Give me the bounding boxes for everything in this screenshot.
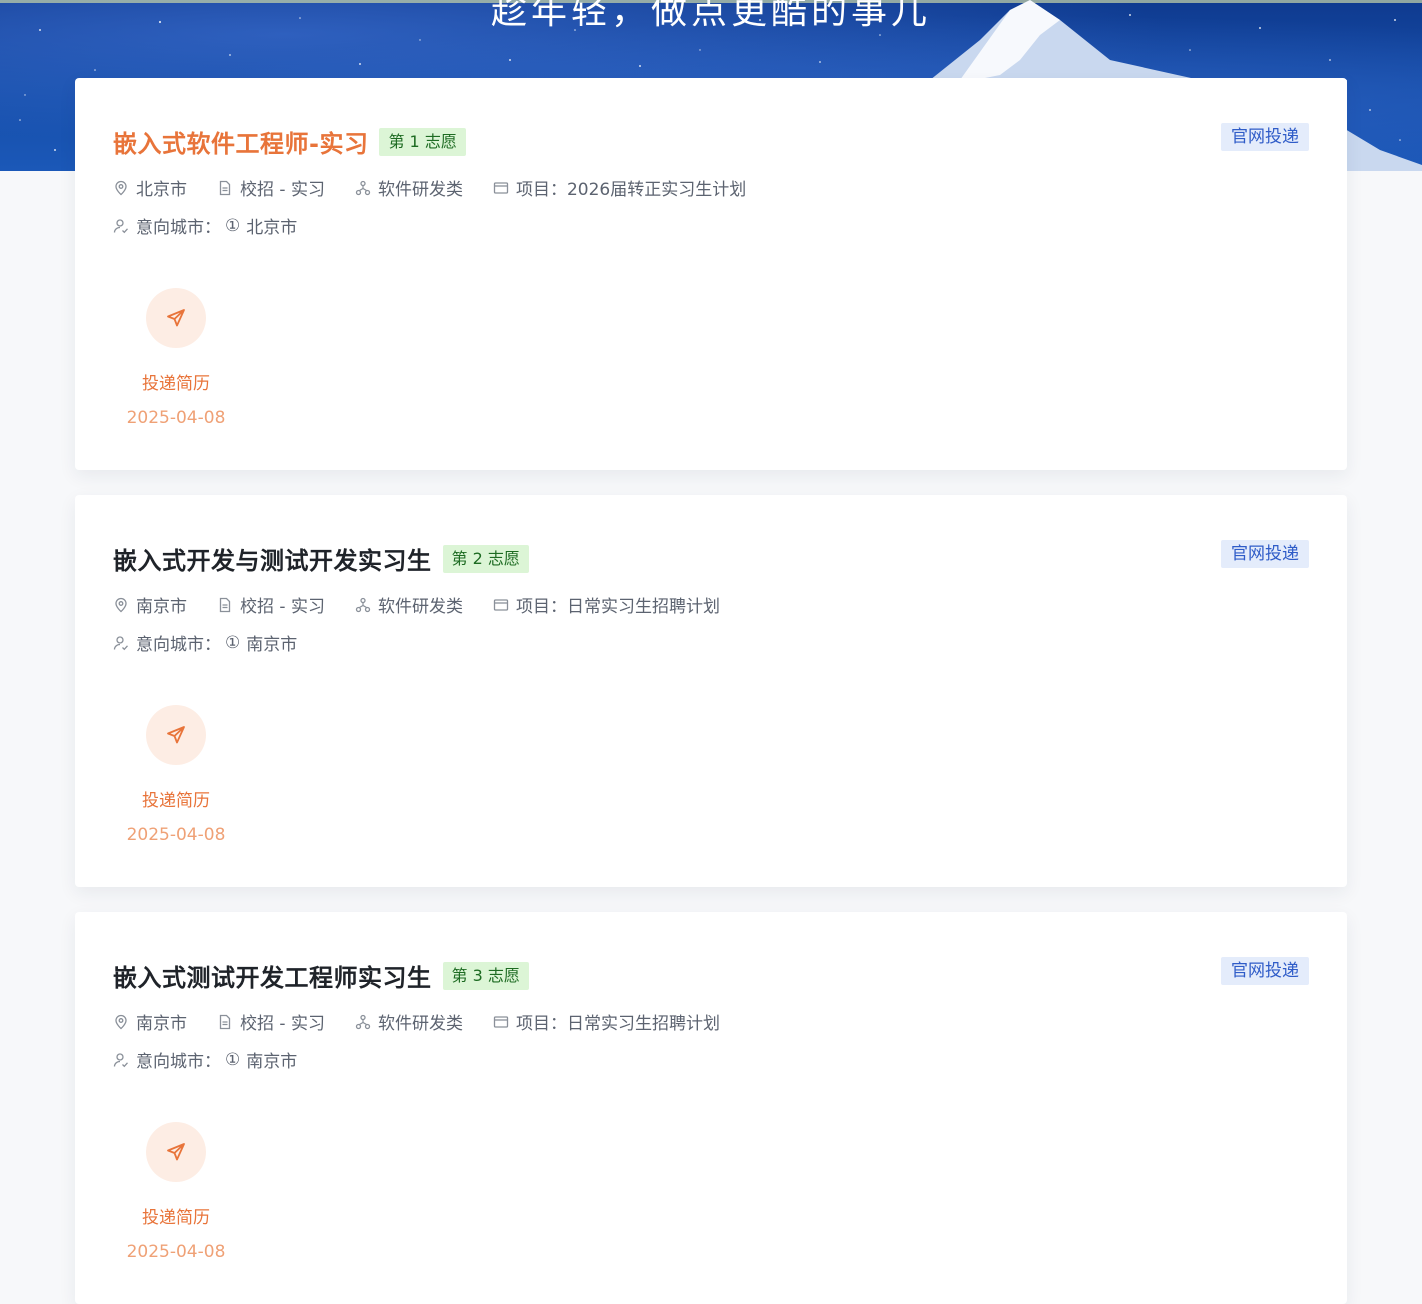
meta-recruit-type: 校招 - 实习 bbox=[217, 592, 325, 617]
job-meta-row: 南京市 校招 - 实习 软件研发类 项目：日常实习生招聘计划 bbox=[113, 1009, 750, 1034]
project-text: 项目：日常实习生招聘计划 bbox=[515, 1014, 720, 1034]
user-check-icon bbox=[113, 218, 128, 233]
intent-label: 意向城市： bbox=[136, 635, 221, 655]
meta-recruit-type: 校招 - 实习 bbox=[217, 175, 325, 200]
application-card: 嵌入式开发与测试开发实习生 第 2 志愿 官网投递 南京市 校招 - 实习 软件… bbox=[75, 495, 1347, 887]
preference-badge: 第 2 志愿 bbox=[442, 544, 529, 573]
intent-number: ① bbox=[225, 632, 241, 653]
meta-category: 软件研发类 bbox=[355, 1009, 463, 1034]
meta-location: 南京市 bbox=[113, 1009, 187, 1034]
category-text: 软件研发类 bbox=[377, 1014, 463, 1034]
job-title[interactable]: 嵌入式测试开发工程师实习生 bbox=[113, 958, 432, 993]
paper-plane-icon bbox=[167, 309, 185, 327]
meta-location: 北京市 bbox=[113, 175, 187, 200]
window-icon bbox=[493, 1015, 509, 1028]
progress-step-submit: 投递简历 2025-04-08 bbox=[113, 705, 239, 845]
card-title-row: 嵌入式测试开发工程师实习生 第 3 志愿 bbox=[113, 958, 529, 993]
step-date: 2025-04-08 bbox=[126, 1242, 226, 1262]
document-icon bbox=[219, 180, 231, 195]
intent-number: ① bbox=[225, 1049, 241, 1070]
intent-label: 意向城市： bbox=[136, 218, 221, 238]
location-text: 南京市 bbox=[136, 1014, 187, 1034]
card-title-row: 嵌入式开发与测试开发实习生 第 2 志愿 bbox=[113, 541, 529, 576]
user-check-icon bbox=[113, 635, 128, 650]
job-title[interactable]: 嵌入式开发与测试开发实习生 bbox=[113, 541, 432, 576]
intent-city: 南京市 bbox=[246, 635, 298, 655]
meta-project: 项目：日常实习生招聘计划 bbox=[493, 1009, 720, 1034]
intent-city-row: 意向城市： ① 北京市 bbox=[113, 213, 297, 238]
intent-number: ① bbox=[225, 215, 241, 236]
progress-step-submit: 投递简历 2025-04-08 bbox=[113, 1122, 239, 1262]
window-icon bbox=[493, 181, 509, 194]
channel-badge: 官网投递 bbox=[1221, 123, 1309, 151]
step-date: 2025-04-08 bbox=[126, 825, 226, 845]
category-text: 软件研发类 bbox=[377, 180, 463, 200]
meta-category: 软件研发类 bbox=[355, 592, 463, 617]
step-label: 投递简历 bbox=[142, 1208, 210, 1228]
location-pin-icon bbox=[115, 597, 127, 612]
job-meta-row: 北京市 校招 - 实习 软件研发类 项目：2026届转正实习生计划 bbox=[113, 175, 776, 200]
step-circle bbox=[146, 288, 206, 348]
intent-city: 北京市 bbox=[246, 218, 298, 238]
recruit-type-text: 校招 - 实习 bbox=[240, 1014, 325, 1034]
meta-project: 项目：2026届转正实习生计划 bbox=[493, 175, 746, 200]
intent-city-row: 意向城市： ① 南京市 bbox=[113, 630, 297, 655]
intent-label: 意向城市： bbox=[136, 1052, 221, 1072]
preference-badge: 第 3 志愿 bbox=[442, 961, 529, 990]
org-chart-icon bbox=[355, 597, 371, 612]
meta-category: 软件研发类 bbox=[355, 175, 463, 200]
intent-city: 南京市 bbox=[246, 1052, 298, 1072]
meta-project: 项目：日常实习生招聘计划 bbox=[493, 592, 720, 617]
preference-badge: 第 1 志愿 bbox=[379, 127, 466, 156]
user-check-icon bbox=[113, 1052, 128, 1067]
application-card: 嵌入式测试开发工程师实习生 第 3 志愿 官网投递 南京市 校招 - 实习 软件… bbox=[75, 912, 1347, 1304]
meta-location: 南京市 bbox=[113, 592, 187, 617]
job-title[interactable]: 嵌入式软件工程师-实习 bbox=[113, 124, 368, 159]
category-text: 软件研发类 bbox=[377, 597, 463, 617]
paper-plane-icon bbox=[167, 726, 185, 744]
recruit-type-text: 校招 - 实习 bbox=[240, 597, 325, 617]
location-pin-icon bbox=[115, 180, 127, 195]
step-label: 投递简历 bbox=[142, 791, 210, 811]
channel-badge: 官网投递 bbox=[1221, 957, 1309, 985]
card-title-row: 嵌入式软件工程师-实习 第 1 志愿 bbox=[113, 124, 466, 159]
org-chart-icon bbox=[355, 180, 371, 195]
progress-step-submit: 投递简历 2025-04-08 bbox=[113, 288, 239, 428]
channel-badge: 官网投递 bbox=[1221, 540, 1309, 568]
org-chart-icon bbox=[355, 1014, 371, 1029]
location-pin-icon bbox=[115, 1014, 127, 1029]
window-icon bbox=[493, 598, 509, 611]
recruit-type-text: 校招 - 实习 bbox=[240, 180, 325, 200]
banner-slogan: 趁年轻，做点更酷的事儿 bbox=[490, 0, 931, 32]
project-text: 项目：2026届转正实习生计划 bbox=[515, 180, 747, 200]
location-text: 北京市 bbox=[136, 180, 187, 200]
paper-plane-icon bbox=[167, 1143, 185, 1161]
step-circle bbox=[146, 1122, 206, 1182]
location-text: 南京市 bbox=[136, 597, 187, 617]
step-date: 2025-04-08 bbox=[126, 408, 226, 428]
intent-city-row: 意向城市： ① 南京市 bbox=[113, 1047, 297, 1072]
document-icon bbox=[219, 597, 231, 612]
meta-recruit-type: 校招 - 实习 bbox=[217, 1009, 325, 1034]
step-circle bbox=[146, 705, 206, 765]
step-label: 投递简历 bbox=[142, 374, 210, 394]
project-text: 项目：日常实习生招聘计划 bbox=[515, 597, 720, 617]
application-card: 嵌入式软件工程师-实习 第 1 志愿 官网投递 北京市 校招 - 实习 软件研发… bbox=[75, 78, 1347, 470]
job-meta-row: 南京市 校招 - 实习 软件研发类 项目：日常实习生招聘计划 bbox=[113, 592, 750, 617]
document-icon bbox=[219, 1014, 231, 1029]
